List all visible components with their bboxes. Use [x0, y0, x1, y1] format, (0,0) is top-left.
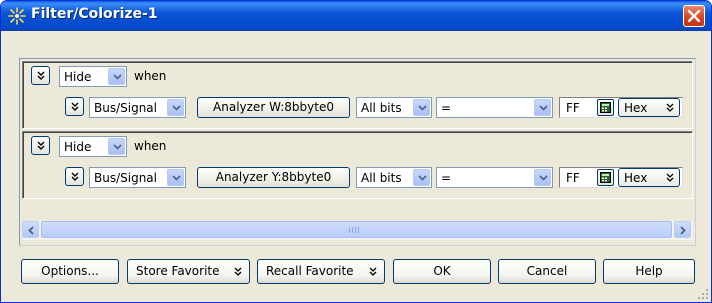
filter-colorize-dialog: Filter/Colorize-1 Hide when Bus/Signal A… [0, 0, 712, 303]
chevron-left-icon [28, 226, 34, 235]
scrollbar-thumb[interactable] [41, 221, 672, 238]
options-label: Options... [41, 264, 99, 278]
action-select[interactable]: Hide [59, 66, 127, 87]
close-button[interactable] [683, 5, 705, 27]
source-name-button[interactable]: Analyzer W:8bbyte0 [197, 97, 350, 118]
double-chevron-down-icon [234, 267, 242, 276]
value-text: FF [566, 171, 580, 185]
help-label: Help [635, 264, 663, 278]
dropdown-arrow-icon [413, 99, 430, 116]
double-chevron-down-icon [37, 141, 44, 150]
source-type-value: Bus/Signal [94, 101, 157, 115]
title-bar[interactable]: Filter/Colorize-1 [1, 1, 711, 31]
filter-rules-panel: Hide when Bus/Signal Analyzer W:8bbyte0 … [19, 58, 696, 246]
double-chevron-down-icon [666, 103, 674, 112]
value-field[interactable]: FF Hex [559, 167, 683, 188]
dropdown-arrow-icon [413, 169, 430, 186]
cancel-label: Cancel [526, 264, 568, 278]
calculator-icon [600, 102, 611, 113]
options-button[interactable]: Options... [21, 259, 119, 284]
dropdown-arrow-icon [167, 99, 184, 116]
value-field[interactable]: FF Hex [559, 97, 683, 118]
window-title: Filter/Colorize-1 [31, 6, 158, 22]
cancel-button[interactable]: Cancel [498, 259, 596, 284]
dropdown-arrow-icon [108, 138, 125, 155]
close-icon [688, 10, 700, 22]
action-value: Hide [64, 70, 92, 84]
double-chevron-down-icon [369, 267, 377, 276]
help-button[interactable]: Help [603, 259, 695, 284]
expand-rule-button[interactable] [31, 136, 50, 155]
operator-select[interactable]: = [436, 167, 553, 188]
operator-value: = [441, 171, 452, 185]
store-favorite-label: Store Favorite [136, 264, 220, 278]
dropdown-arrow-icon [534, 99, 551, 116]
source-type-select[interactable]: Bus/Signal [89, 97, 186, 118]
double-chevron-down-icon [666, 173, 674, 182]
double-chevron-down-icon [71, 102, 78, 111]
store-favorite-button[interactable]: Store Favorite [127, 259, 250, 284]
double-chevron-down-icon [71, 172, 78, 181]
filter-rule: Hide when Bus/Signal Analyzer Y:8bbyte0 … [22, 131, 693, 199]
ok-button[interactable]: OK [393, 259, 491, 284]
filter-sparkle-icon [8, 7, 26, 25]
radix-value: Hex [624, 101, 648, 115]
action-value: Hide [64, 140, 92, 154]
calculator-icon [600, 172, 611, 183]
bits-select[interactable]: All bits [356, 167, 432, 188]
scroll-left-button[interactable] [22, 221, 39, 238]
recall-favorite-label: Recall Favorite [266, 264, 354, 278]
double-chevron-down-icon [37, 71, 44, 80]
chevron-right-icon [680, 226, 686, 235]
source-name-button[interactable]: Analyzer Y:8bbyte0 [197, 167, 350, 188]
when-label: when [134, 139, 167, 153]
radix-value: Hex [624, 171, 648, 185]
action-select[interactable]: Hide [59, 136, 127, 157]
scrollbar-grip [349, 227, 361, 233]
radix-select[interactable]: Hex [618, 168, 680, 187]
filter-rule: Hide when Bus/Signal Analyzer W:8bbyte0 … [22, 61, 693, 129]
bits-value: All bits [361, 101, 402, 115]
bits-value: All bits [361, 171, 402, 185]
operator-select[interactable]: = [436, 97, 553, 118]
expand-condition-button[interactable] [65, 167, 84, 186]
value-text: FF [566, 101, 580, 115]
recall-favorite-button[interactable]: Recall Favorite [257, 259, 385, 284]
dropdown-arrow-icon [167, 169, 184, 186]
when-label: when [134, 69, 167, 83]
bits-select[interactable]: All bits [356, 97, 432, 118]
scroll-right-button[interactable] [674, 221, 691, 238]
expand-rule-button[interactable] [31, 66, 50, 85]
operator-value: = [441, 101, 452, 115]
horizontal-scrollbar[interactable] [22, 221, 693, 240]
calculator-button[interactable] [597, 99, 614, 116]
calculator-button[interactable] [597, 169, 614, 186]
source-type-value: Bus/Signal [94, 171, 157, 185]
ok-label: OK [433, 264, 451, 278]
expand-condition-button[interactable] [65, 97, 84, 116]
dropdown-arrow-icon [108, 68, 125, 85]
source-type-select[interactable]: Bus/Signal [89, 167, 186, 188]
resize-grip-icon[interactable] [697, 288, 709, 300]
radix-select[interactable]: Hex [618, 98, 680, 117]
dropdown-arrow-icon [534, 169, 551, 186]
